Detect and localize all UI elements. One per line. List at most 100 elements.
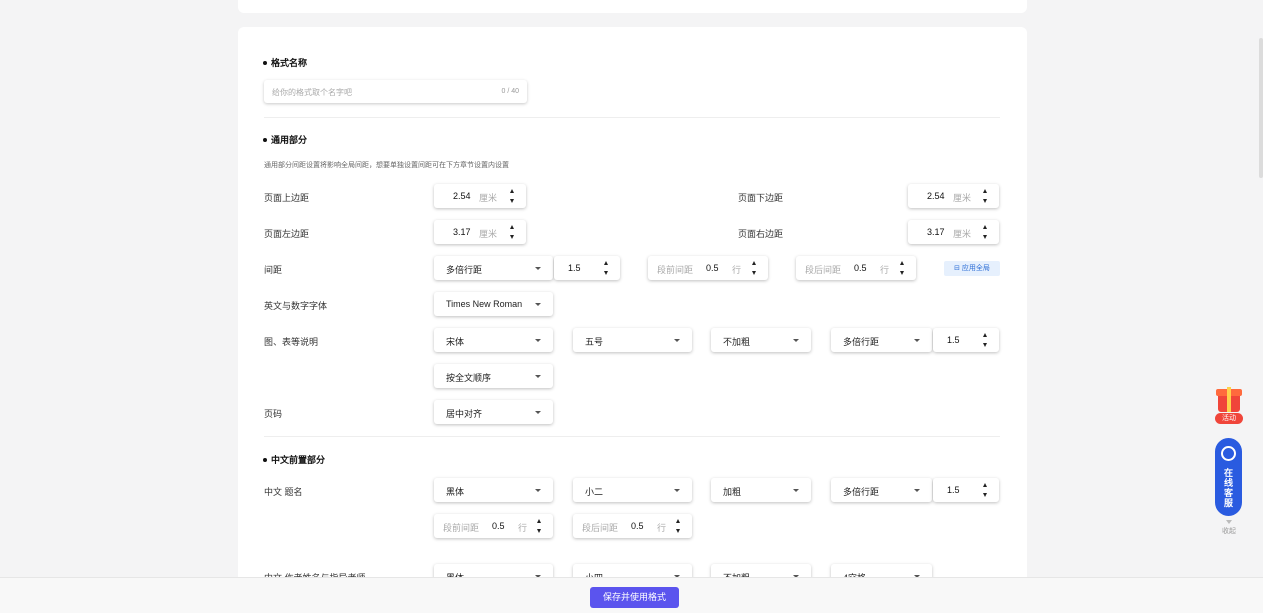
format-settings-card: 格式名称 给你的格式取个名字吧 0 / 40 通用部分 通用部分间距设置将影响全… xyxy=(238,27,1027,587)
caption-spacing-mode-value: 多倍行距 xyxy=(843,337,880,347)
general-hint: 通用部分间距设置将影响全局间距，想要单独设置间距可在下方章节设置内设置 xyxy=(264,162,509,169)
cn-title-after-stepper[interactable] xyxy=(669,514,689,538)
en-font-value: Times New Roman xyxy=(446,299,523,309)
cn-title-before-stepper[interactable] xyxy=(530,514,550,538)
cn-title-after-value: 0.5 xyxy=(631,521,644,531)
divider xyxy=(264,117,1000,118)
before-spacing-stepper[interactable] xyxy=(745,256,765,280)
chevron-down-icon xyxy=(535,375,541,378)
bottom-margin-value: 2.54 xyxy=(927,191,945,201)
caption-label: 图、表等说明 xyxy=(264,337,319,347)
after-spacing-input[interactable]: 段后间距 0.5 行 xyxy=(796,256,916,280)
spacing-stepper[interactable] xyxy=(597,256,617,280)
apply-icon: ⊟ xyxy=(954,265,960,272)
page-scrollbar[interactable] xyxy=(1259,38,1263,178)
cn-title-size-value: 小二 xyxy=(585,487,604,497)
right-margin-stepper[interactable] xyxy=(976,220,996,244)
page-num-select[interactable]: 居中对齐 xyxy=(434,400,553,424)
top-margin-value: 2.54 xyxy=(453,191,471,201)
top-margin-stepper[interactable] xyxy=(503,184,523,208)
right-margin-label: 页面右边距 xyxy=(738,229,784,239)
caption-font-select[interactable]: 宋体 xyxy=(434,328,553,352)
left-margin-stepper[interactable] xyxy=(503,220,523,244)
divider xyxy=(264,436,1000,437)
online-service-label: 在线客服 xyxy=(1223,468,1233,508)
after-spacing-label: 段后间距 xyxy=(805,265,842,275)
cn-title-label: 中文 题名 xyxy=(264,487,303,497)
collapse-button[interactable]: 收起 xyxy=(1214,520,1244,536)
section-title-format-name: 格式名称 xyxy=(263,56,307,69)
bottom-action-bar: 保存并使用格式 xyxy=(0,577,1263,613)
chevron-down-icon xyxy=(914,339,920,342)
spacing-mode-select[interactable]: 多倍行距 xyxy=(434,256,553,280)
cn-title-spacing-value-input[interactable]: 1.5 xyxy=(933,478,999,502)
format-name-placeholder: 给你的格式取个名字吧 xyxy=(272,88,352,97)
right-margin-unit: 厘米 xyxy=(953,229,972,239)
chevron-down-icon xyxy=(1226,520,1232,524)
apply-all-label: 应用全局 xyxy=(961,265,990,272)
bottom-margin-input[interactable]: 2.54 厘米 xyxy=(908,184,999,208)
left-margin-unit: 厘米 xyxy=(479,229,498,239)
caption-spacing-stepper[interactable] xyxy=(976,328,996,352)
after-spacing-stepper[interactable] xyxy=(893,256,913,280)
left-margin-value: 3.17 xyxy=(453,227,471,237)
cn-title-after-input[interactable]: 段后间距 0.5 行 xyxy=(573,514,692,538)
caption-weight-select[interactable]: 不加粗 xyxy=(711,328,811,352)
chevron-down-icon xyxy=(535,303,541,306)
bottom-margin-unit: 厘米 xyxy=(953,193,972,203)
cn-title-after-unit: 行 xyxy=(657,523,667,533)
chevron-down-icon xyxy=(914,489,920,492)
chevron-down-icon xyxy=(674,489,680,492)
chevron-down-icon xyxy=(674,339,680,342)
cn-title-spacing-mode-value: 多倍行距 xyxy=(843,487,880,497)
gift-ribbon xyxy=(1227,387,1231,412)
right-margin-value: 3.17 xyxy=(927,227,945,237)
bottom-margin-stepper[interactable] xyxy=(976,184,996,208)
before-spacing-value: 0.5 xyxy=(706,263,719,273)
before-spacing-input[interactable]: 段前间距 0.5 行 xyxy=(648,256,768,280)
spacing-value-input[interactable]: 1.5 xyxy=(554,256,620,280)
cn-title-spacing-value: 1.5 xyxy=(947,485,960,495)
before-spacing-unit: 行 xyxy=(732,265,742,275)
top-margin-unit: 厘米 xyxy=(479,193,498,203)
right-margin-input[interactable]: 3.17 厘米 xyxy=(908,220,999,244)
cn-title-spacing-mode-select[interactable]: 多倍行距 xyxy=(831,478,932,502)
save-and-use-button[interactable]: 保存并使用格式 xyxy=(590,587,679,608)
caption-weight-value: 不加粗 xyxy=(723,337,751,347)
cn-title-before-label: 段前间距 xyxy=(443,523,480,533)
chevron-down-icon xyxy=(793,489,799,492)
format-name-counter: 0 / 40 xyxy=(501,88,519,95)
cn-title-before-unit: 行 xyxy=(518,523,528,533)
cn-title-size-select[interactable]: 小二 xyxy=(573,478,692,502)
en-font-select[interactable]: Times New Roman xyxy=(434,292,553,316)
cn-title-font-select[interactable]: 黑体 xyxy=(434,478,553,502)
activity-gift-button[interactable]: 活动 xyxy=(1214,383,1244,425)
en-font-label: 英文与数字字体 xyxy=(264,301,328,311)
apply-all-button[interactable]: ⊟ 应用全局 xyxy=(944,261,1000,276)
chevron-down-icon xyxy=(535,489,541,492)
caption-spacing-mode-select[interactable]: 多倍行距 xyxy=(831,328,932,352)
caption-size-select[interactable]: 五号 xyxy=(573,328,692,352)
spacing-mode-value: 多倍行距 xyxy=(446,265,483,275)
caption-order-value: 按全文顺序 xyxy=(446,373,492,383)
online-service-button[interactable]: 在线客服 xyxy=(1215,438,1242,516)
format-name-input[interactable]: 给你的格式取个名字吧 0 / 40 xyxy=(264,80,527,103)
activity-label: 活动 xyxy=(1215,413,1243,424)
top-margin-input[interactable]: 2.54 厘米 xyxy=(434,184,526,208)
after-spacing-value: 0.5 xyxy=(854,263,867,273)
page-num-label: 页码 xyxy=(264,409,283,419)
cn-title-weight-value: 加粗 xyxy=(723,487,742,497)
left-margin-label: 页面左边距 xyxy=(264,229,310,239)
caption-size-value: 五号 xyxy=(585,337,604,347)
cn-title-font-value: 黑体 xyxy=(446,487,465,497)
spacing-label: 间距 xyxy=(264,265,283,275)
caption-spacing-value-input[interactable]: 1.5 xyxy=(933,328,999,352)
cn-title-weight-select[interactable]: 加粗 xyxy=(711,478,811,502)
collapse-label: 收起 xyxy=(1222,528,1236,535)
cn-title-before-input[interactable]: 段前间距 0.5 行 xyxy=(434,514,553,538)
caption-order-select[interactable]: 按全文顺序 xyxy=(434,364,553,388)
bottom-margin-label: 页面下边距 xyxy=(738,193,784,203)
cn-title-spacing-stepper[interactable] xyxy=(976,478,996,502)
top-margin-label: 页面上边距 xyxy=(264,193,310,203)
left-margin-input[interactable]: 3.17 厘米 xyxy=(434,220,526,244)
